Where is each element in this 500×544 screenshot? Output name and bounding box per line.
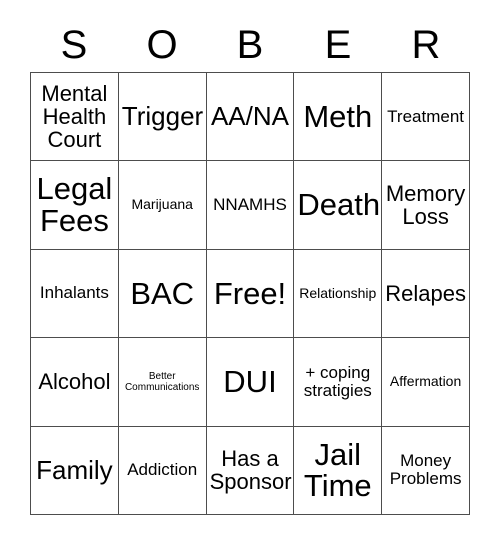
bingo-cell-label: Has a Sponsor [209, 445, 292, 495]
bingo-cell[interactable]: Legal Fees [31, 161, 119, 250]
bingo-cell-label: Trigger [121, 101, 204, 132]
bingo-cell-label: Inhalants [39, 283, 109, 303]
bingo-header-letter-4: E [324, 23, 352, 67]
bingo-cell-label: Jail Time [303, 436, 372, 504]
bingo-cell-label: Legal Fees [36, 171, 113, 239]
bingo-cell[interactable]: Marijuana [118, 161, 207, 250]
bingo-cell-label: Affermation [389, 373, 462, 390]
bingo-header-letter-5: R [411, 23, 441, 67]
bingo-cell-label: Better Communications [124, 370, 200, 393]
bingo-cell[interactable]: BAC [118, 249, 207, 339]
bingo-cell[interactable]: Inhalants [31, 249, 119, 339]
bingo-cell-label: Money Problems [389, 450, 462, 489]
bingo-cell[interactable]: Affermation [382, 338, 470, 427]
bingo-grid: Mental Health Court Trigger AA/NA Meth Treat… [30, 72, 470, 515]
bingo-cell[interactable]: Money Problems [382, 426, 470, 515]
bingo-card: S O B E R Mental Health Court Trigger AA/N… [0, 0, 500, 544]
bingo-cell[interactable]: Alcohol [31, 338, 119, 427]
bingo-header-letter-1: S [60, 23, 88, 67]
bingo-cell[interactable]: + coping stratigies [294, 338, 383, 427]
bingo-cell-label: Meth [303, 98, 373, 134]
bingo-cell[interactable]: Mental Health Court [31, 73, 119, 162]
bingo-cell-label: Addiction [127, 460, 198, 480]
bingo-header-letter-2: O [146, 23, 178, 67]
bingo-cell[interactable]: DUI [206, 338, 295, 427]
bingo-header-row: S O B E R [30, 18, 470, 72]
bingo-cell-label: Treatment [387, 106, 465, 126]
bingo-cell-label: Marijuana [131, 196, 193, 213]
bingo-cell[interactable]: Has a Sponsor [206, 426, 295, 515]
bingo-header-letter-3: B [236, 23, 264, 67]
bingo-cell[interactable]: Treatment [382, 73, 470, 162]
bingo-cell[interactable]: NNAMHS [206, 161, 295, 250]
bingo-cell-label: DUI [223, 364, 277, 400]
bingo-cell-label: Free! [213, 275, 287, 311]
bingo-cell[interactable]: Jail Time [294, 426, 383, 515]
bingo-cell[interactable]: Addiction [118, 426, 207, 515]
bingo-cell-label: Mental Health Court [41, 80, 108, 153]
bingo-cell-label: Family [36, 454, 113, 485]
bingo-cell[interactable]: Relapes [382, 249, 470, 339]
bingo-cell[interactable]: Memory Loss [382, 161, 470, 250]
bingo-cell-label: + coping stratigies [303, 362, 372, 400]
bingo-cell[interactable]: Death [294, 161, 383, 250]
bingo-cell-label: Memory Loss [385, 180, 466, 230]
bingo-cell[interactable]: Relationship [294, 249, 383, 339]
bingo-cell-label: Alcohol [38, 369, 111, 395]
bingo-cell-label: NNAMHS [213, 194, 287, 214]
bingo-cell-label: AA/NA [210, 101, 289, 132]
bingo-cell-free-space[interactable]: Free! [206, 249, 295, 339]
bingo-cell-label: Death [297, 187, 381, 223]
bingo-cell[interactable]: Family [31, 426, 119, 515]
bingo-cell-label: Relationship [299, 284, 377, 301]
bingo-cell[interactable]: AA/NA [206, 73, 295, 162]
bingo-cell[interactable]: Better Communications [118, 338, 207, 427]
bingo-cell-label: Relapes [385, 280, 466, 306]
bingo-cell[interactable]: Trigger [118, 73, 207, 162]
bingo-cell-label: BAC [130, 275, 195, 311]
bingo-cell[interactable]: Meth [294, 73, 383, 162]
